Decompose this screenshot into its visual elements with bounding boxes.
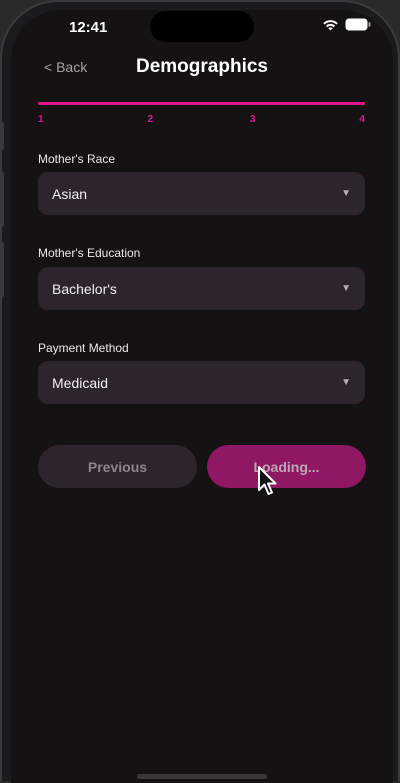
volume-down-button <box>0 242 4 297</box>
mouse-cursor-icon <box>258 466 277 495</box>
progress-bar <box>38 102 365 105</box>
mothers-education-label: Mother's Education <box>38 246 141 260</box>
step-4: 4 <box>359 114 365 125</box>
step-1: 1 <box>38 114 44 125</box>
mothers-race-value: Asian <box>52 185 88 202</box>
status-icons <box>322 18 371 31</box>
loading-button[interactable]: Loading... <box>207 445 366 488</box>
volume-up-button <box>0 172 4 227</box>
battery-icon <box>345 18 371 31</box>
previous-button[interactable]: Previous <box>38 445 197 488</box>
payment-method-select[interactable]: Medicaid ▼ <box>38 361 365 404</box>
dynamic-island <box>150 11 254 42</box>
device-frame: 12:41 < Back Demographics 1 2 3 4 Mother… <box>0 0 400 783</box>
step-2: 2 <box>147 114 154 125</box>
chevron-down-icon: ▼ <box>341 377 351 388</box>
step-3: 3 <box>249 114 256 125</box>
mothers-race-select[interactable]: Asian ▼ <box>38 172 365 215</box>
mothers-race-label: Mother's Race <box>38 152 115 166</box>
mothers-education-select[interactable]: Bachelor's ▼ <box>38 267 365 310</box>
chevron-down-icon: ▼ <box>341 283 351 294</box>
chevron-down-icon: ▼ <box>341 188 351 199</box>
wifi-icon <box>323 19 338 30</box>
mothers-education-value: Bachelor's <box>52 280 117 297</box>
step-indicators: 1 2 3 4 <box>38 114 365 125</box>
home-indicator <box>137 774 267 779</box>
payment-method-value: Medicaid <box>52 374 109 391</box>
payment-method-label: Payment Method <box>38 341 129 355</box>
app-screen: 12:41 < Back Demographics 1 2 3 4 Mother… <box>11 10 393 783</box>
status-time: 12:41 <box>69 19 108 36</box>
page-title: Demographics <box>136 56 268 77</box>
mute-switch <box>0 122 4 150</box>
